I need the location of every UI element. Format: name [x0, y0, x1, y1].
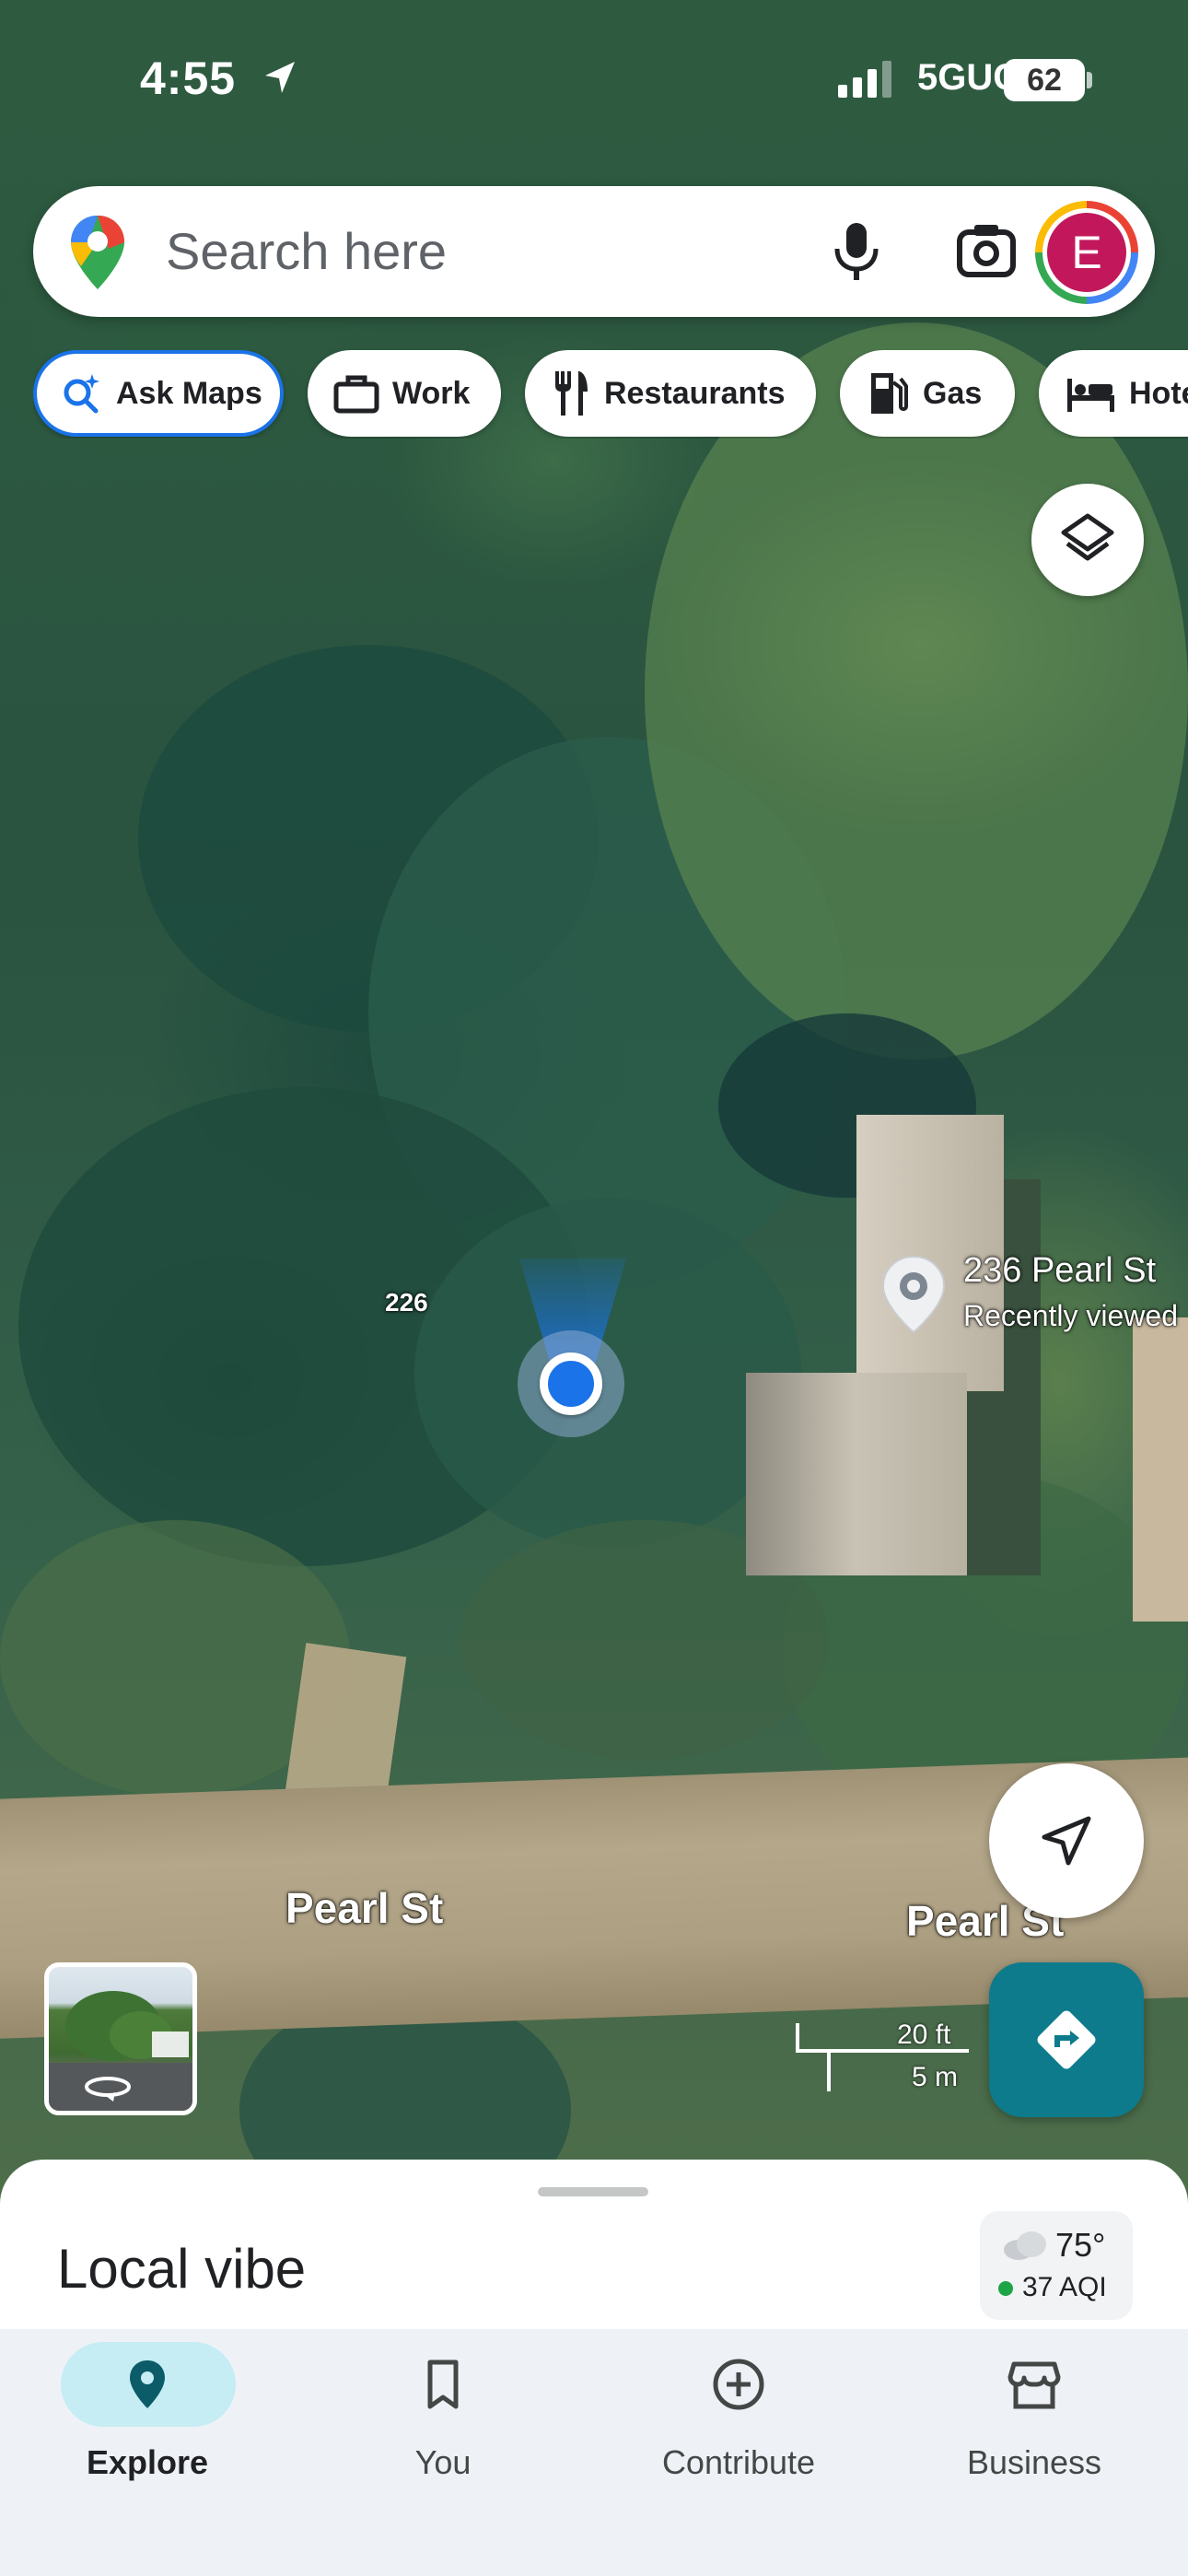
nav-contribute[interactable]: Contribute — [628, 2329, 849, 2495]
status-time: 4:55 — [140, 53, 237, 104]
explore-pin-icon — [130, 2360, 165, 2408]
chip-label: Work — [392, 375, 471, 411]
location-arrow-icon — [265, 62, 295, 93]
briefcase-icon — [333, 375, 379, 414]
chip-label: Restaurants — [604, 375, 786, 411]
chip-label: Hote — [1129, 375, 1188, 411]
microphone-icon[interactable] — [827, 219, 886, 284]
chip-restaurants[interactable]: Restaurants — [525, 350, 816, 437]
chip-work[interactable]: Work — [308, 350, 501, 437]
signal-icon — [838, 61, 891, 98]
maps-logo-icon — [71, 216, 124, 289]
fork-knife-icon — [555, 371, 588, 416]
layers-icon — [1061, 513, 1114, 561]
aqi-status-dot — [998, 2281, 1013, 2296]
bed-icon — [1067, 379, 1114, 412]
rotate-360-icon — [85, 2077, 131, 2102]
add-circle-icon — [713, 2359, 764, 2410]
place-pin-icon[interactable] — [880, 1255, 947, 1334]
storefront-icon — [1007, 2361, 1061, 2409]
nav-label: You — [414, 2443, 472, 2481]
my-location-dot[interactable] — [540, 1352, 602, 1415]
sheet-title: Local vibe — [57, 2238, 307, 2300]
nav-you[interactable]: You — [332, 2329, 553, 2495]
avatar-letter: E — [1047, 213, 1126, 292]
building-roof — [1133, 1317, 1188, 1622]
sheet-drag-handle[interactable] — [538, 2187, 648, 2196]
chip-label: Ask Maps — [116, 375, 262, 411]
house-number-label: 226 — [385, 1288, 428, 1317]
search-input[interactable]: Search here — [166, 221, 447, 281]
street-view-thumbnail[interactable] — [44, 1962, 197, 2115]
street-label: Pearl St — [285, 1884, 444, 1932]
account-avatar[interactable]: E — [1035, 201, 1138, 304]
sparkle-search-icon — [64, 374, 99, 414]
search-bar[interactable]: Search here E — [33, 186, 1155, 317]
building-roof — [746, 1373, 967, 1575]
nav-label: Contribute — [661, 2443, 816, 2481]
weather-badge[interactable]: 75° 37 AQI — [980, 2211, 1133, 2320]
battery-icon: 62 — [1004, 59, 1085, 101]
directions-icon — [1037, 2010, 1096, 2069]
nav-label: Business — [966, 2443, 1102, 2481]
bookmark-icon — [427, 2359, 459, 2409]
chip-hotels[interactable]: Hote — [1039, 350, 1188, 437]
chip-label: Gas — [923, 375, 983, 411]
nav-business[interactable]: Business — [924, 2329, 1145, 2495]
recenter-button[interactable] — [989, 1763, 1144, 1918]
scale-feet: 20 ft — [897, 2020, 951, 2050]
scale-meters: 5 m — [912, 2062, 959, 2092]
layers-button[interactable] — [1031, 484, 1144, 596]
category-chips: Ask Maps Work Restaurants Gas Hote — [33, 350, 1188, 439]
place-name-label[interactable]: 236 Pearl St — [963, 1251, 1156, 1291]
temperature: 75° — [1055, 2226, 1106, 2264]
bottom-navigation: Explore You Contribute Business — [0, 2329, 1188, 2576]
cloud-icon — [1004, 2231, 1046, 2260]
battery-level: 62 — [1027, 62, 1062, 98]
nav-explore[interactable]: Explore — [37, 2329, 258, 2495]
directions-button[interactable] — [989, 1962, 1144, 2117]
chip-ask-maps[interactable]: Ask Maps — [33, 350, 284, 437]
place-subtitle-label: Recently viewed — [963, 1299, 1178, 1332]
air-quality: 37 AQI — [1022, 2272, 1107, 2302]
camera-lens-icon[interactable] — [954, 219, 1019, 284]
chip-gas[interactable]: Gas — [840, 350, 1015, 437]
gas-pump-icon — [871, 373, 908, 414]
navigation-arrow-icon — [1042, 1816, 1091, 1866]
nav-label: Explore — [86, 2443, 209, 2481]
